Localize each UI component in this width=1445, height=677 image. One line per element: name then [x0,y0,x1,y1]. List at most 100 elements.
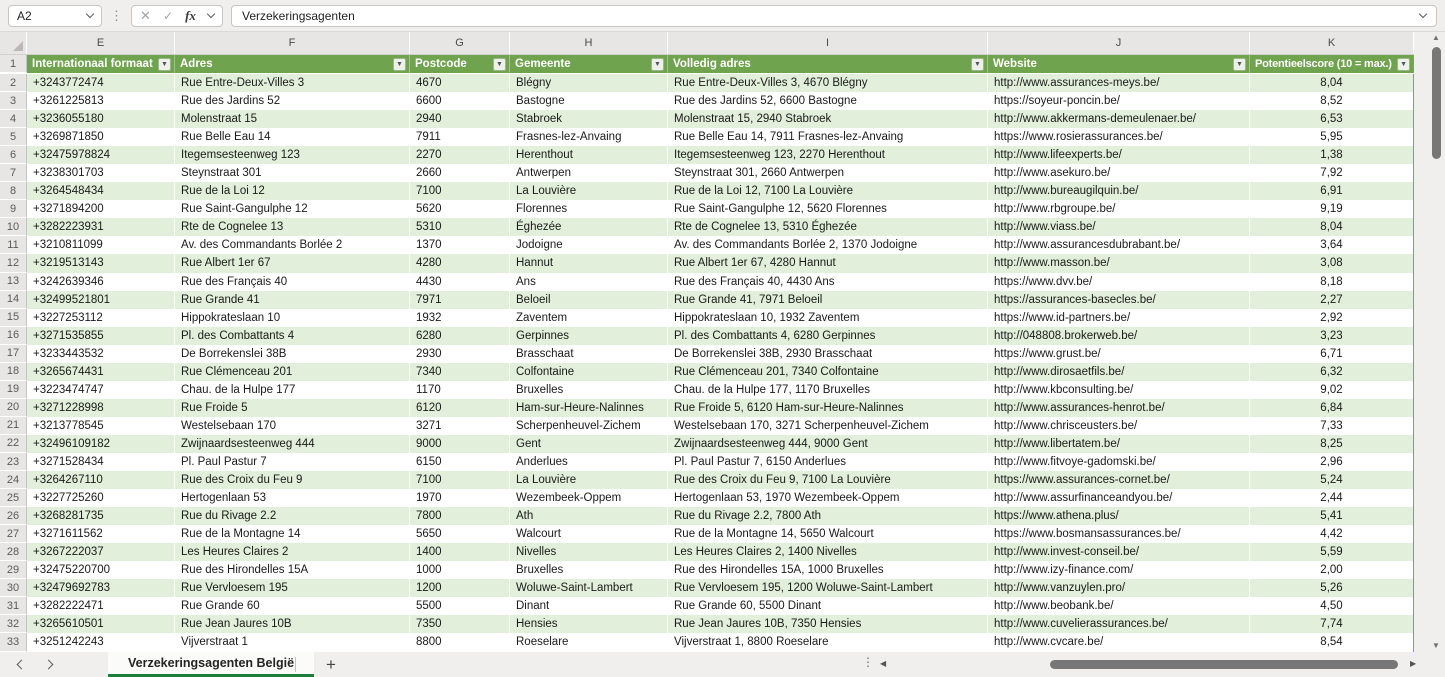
cell[interactable]: http://www.assurfinanceandyou.be/ [988,489,1250,508]
cell[interactable]: Westelsebaan 170 [175,416,410,435]
cell[interactable]: Pl. Paul Pastur 7, 6150 Anderlues [668,452,988,472]
cell[interactable]: Rue Belle Eau 14, 7911 Frasnes-lez-Anvai… [668,128,988,147]
cell[interactable]: Hertogenlaan 53 [175,489,410,508]
cell[interactable]: 8800 [410,633,510,652]
row-header[interactable]: 19 [0,380,27,399]
cell[interactable]: 1370 [410,236,510,255]
cell[interactable]: 3,64 [1250,236,1414,255]
cell[interactable]: Scherpenheuvel-Zichem [510,416,668,435]
cell[interactable]: Rue Saint-Gangulphe 12, 5620 Florennes [668,200,988,219]
column-header-K[interactable]: K [1250,32,1414,54]
cell[interactable]: +3210811099 [27,236,175,255]
cell[interactable]: Rue Grande 60, 5500 Dinant [668,597,988,616]
cell[interactable]: +3236055180 [27,110,175,129]
cell[interactable]: 1000 [410,561,510,580]
row-header[interactable]: 29 [0,561,27,580]
cell[interactable]: Anderlues [510,452,668,472]
cell[interactable]: http://www.kbconsulting.be/ [988,380,1250,399]
cell[interactable]: Herenthout [510,146,668,165]
row-header[interactable]: 27 [0,525,27,544]
cell[interactable]: 9000 [410,434,510,453]
cell[interactable]: Vijverstraat 1, 8800 Roeselare [668,633,988,652]
cell[interactable]: Rue Saint-Gangulphe 12 [175,200,410,219]
cell[interactable]: Rue des Jardins 52, 6600 Bastogne [668,92,988,111]
column-header-E[interactable]: E [27,32,175,54]
cell[interactable]: Hippokrateslaan 10, 1932 Zaventem [668,308,988,327]
filter-icon[interactable]: ▼ [1397,57,1410,71]
cell[interactable]: Pl. des Combattants 4, 6280 Gerpinnes [668,326,988,345]
cell[interactable]: Rue de la Loi 12, 7100 La Louvière [668,182,988,201]
previous-sheet-icon[interactable] [16,659,27,670]
cell[interactable]: 5310 [410,218,510,237]
cell[interactable]: +32475978824 [27,146,175,165]
cell[interactable]: Rue du Rivage 2.2 [175,507,410,526]
cell[interactable]: https://www.id-partners.be/ [988,308,1250,327]
cell[interactable]: http://www.bureaugilquin.be/ [988,182,1250,201]
cell[interactable]: 2940 [410,110,510,129]
expand-formula-bar-icon[interactable] [1418,9,1428,19]
add-sheet-button[interactable]: + [326,652,336,677]
cell[interactable]: +3265610501 [27,615,175,634]
cell[interactable]: Rue Vervloesem 195 [175,579,410,598]
row-header[interactable]: 17 [0,344,27,363]
filter-icon[interactable]: ▼ [158,57,171,71]
cell[interactable]: 6,53 [1250,110,1414,129]
cell[interactable]: 2,92 [1250,308,1414,327]
cell[interactable]: https://www.dvv.be/ [988,272,1250,291]
row-header[interactable]: 31 [0,597,27,616]
cell[interactable]: Av. des Commandants Borlée 2, 1370 Jodoi… [668,236,988,255]
cell[interactable]: 6,32 [1250,362,1414,381]
cell[interactable]: 5,26 [1250,579,1414,598]
cell[interactable]: 3,23 [1250,326,1414,345]
cell[interactable]: +3265674431 [27,362,175,381]
table-header-volledig-adres[interactable]: Volledig adres ▼ [668,55,988,73]
cell[interactable]: Hertogenlaan 53, 1970 Wezembeek-Oppem [668,489,988,508]
cell[interactable]: 6280 [410,326,510,345]
cell[interactable]: 7800 [410,507,510,526]
row-header[interactable]: 15 [0,308,27,327]
cell[interactable]: +3271228998 [27,398,175,417]
select-all-corner[interactable] [0,32,27,54]
row-header[interactable]: 13 [0,272,27,291]
cell[interactable]: 2,00 [1250,561,1414,580]
cell[interactable]: https://www.grust.be/ [988,344,1250,363]
cell[interactable]: http://www.libertatem.be/ [988,434,1250,453]
row-header[interactable]: 32 [0,615,27,634]
cell[interactable]: +3268281735 [27,507,175,526]
cell[interactable]: https://www.athena.plus/ [988,507,1250,526]
next-sheet-icon[interactable] [43,659,54,670]
row-header[interactable]: 21 [0,416,27,435]
more-options-icon[interactable]: ⋮ [110,9,123,22]
cell[interactable]: Rue des Hirondelles 15A, 1000 Bruxelles [668,561,988,580]
filter-icon[interactable]: ▼ [493,57,506,71]
row-header[interactable]: 23 [0,452,27,472]
cell[interactable]: http://www.akkermans-demeulenaer.be/ [988,110,1250,129]
cell[interactable]: Rue Vervloesem 195, 1200 Woluwe-Saint-La… [668,579,988,598]
cell[interactable]: http://www.rbgroupe.be/ [988,200,1250,219]
cell[interactable]: Colfontaine [510,362,668,381]
table-header-potentieelscore[interactable]: Potentieelscore (10 = max.) ▼ [1250,55,1414,73]
cell[interactable]: Frasnes-lez-Anvaing [510,128,668,147]
cell[interactable]: Stabroek [510,110,668,129]
cell[interactable]: 5,24 [1250,471,1414,490]
cell[interactable]: +3264548434 [27,182,175,201]
cell[interactable]: http://www.assurancesdubrabant.be/ [988,236,1250,255]
table-header-adres[interactable]: Adres ▼ [175,55,410,73]
formula-input[interactable]: Verzekeringsagenten [231,4,1437,27]
cell[interactable]: Pl. des Combattants 4 [175,326,410,345]
row-header[interactable]: 5 [0,128,27,147]
cell[interactable]: Rue de la Montagne 14 [175,525,410,544]
cell[interactable]: Rue des Croix du Feu 9 [175,471,410,490]
cell[interactable]: Bruxelles [510,561,668,580]
cell[interactable]: +3271528434 [27,452,175,472]
cell[interactable]: +3267222037 [27,543,175,562]
cell[interactable]: Walcourt [510,525,668,544]
row-header[interactable]: 2 [0,74,27,93]
cell[interactable]: +32496109182 [27,434,175,453]
cell[interactable]: Wezembeek-Oppem [510,489,668,508]
cell[interactable]: 6,71 [1250,344,1414,363]
cell[interactable]: Rte de Cognelee 13 [175,218,410,237]
cell[interactable]: http://www.cuvelierassurances.be/ [988,615,1250,634]
cell[interactable]: Molenstraat 15 [175,110,410,129]
cell[interactable]: +3233443532 [27,344,175,363]
